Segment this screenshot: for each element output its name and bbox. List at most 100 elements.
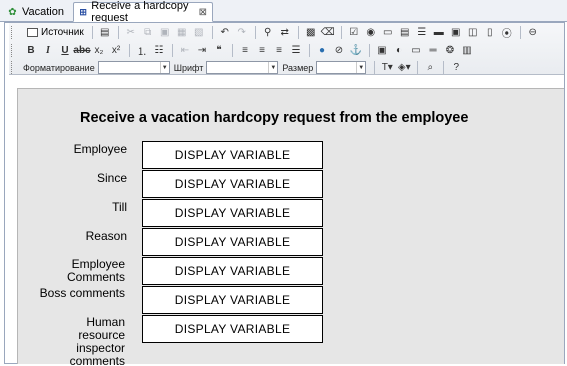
- separator: [374, 61, 376, 74]
- select-field-icon[interactable]: ☰: [414, 25, 430, 40]
- align-right-icon[interactable]: ≡: [271, 43, 287, 58]
- page-break-icon[interactable]: ▥: [459, 43, 475, 58]
- select-all-icon[interactable]: ▩: [303, 25, 319, 40]
- strikethrough-icon[interactable]: abc: [73, 43, 90, 58]
- separator: [172, 44, 173, 57]
- separator: [91, 26, 93, 39]
- remove-format-icon[interactable]: ⌫: [320, 25, 336, 40]
- label-field-icon[interactable]: ▯: [482, 25, 498, 40]
- hidden-field-icon[interactable]: ◫: [465, 25, 481, 40]
- field-label-employee: Employee: [73, 142, 127, 156]
- separator: [129, 44, 130, 57]
- flash-icon[interactable]: ◐: [391, 43, 407, 58]
- bold-icon[interactable]: B: [23, 43, 39, 58]
- align-left-icon[interactable]: ≡: [237, 43, 253, 58]
- find-icon[interactable]: ⚲: [260, 25, 276, 40]
- paste-word-icon[interactable]: ▧: [191, 25, 207, 40]
- link-icon[interactable]: ⊖: [525, 25, 541, 40]
- field-label-till: Till: [112, 200, 127, 214]
- separator: [443, 61, 445, 74]
- italic-icon[interactable]: I: [40, 43, 56, 58]
- textfield-icon[interactable]: ▭: [380, 25, 396, 40]
- outdent-icon[interactable]: ⇤: [177, 43, 193, 58]
- display-variable-reason[interactable]: DISPLAY VARIABLE: [142, 228, 323, 256]
- chevron-down-icon: ▼: [356, 62, 365, 73]
- undo-icon[interactable]: ↶: [217, 25, 233, 40]
- help-icon[interactable]: ?: [448, 60, 464, 75]
- display-variable-boss-comments[interactable]: DISPLAY VARIABLE: [142, 286, 323, 314]
- vacation-icon: ✿: [8, 6, 17, 18]
- table-icon[interactable]: ▭: [408, 43, 424, 58]
- display-variable-employee[interactable]: DISPLAY VARIABLE: [142, 141, 323, 169]
- image-button-icon[interactable]: ▣: [448, 25, 464, 40]
- html-editor: Источник ▤ ✂ ⧉ ▣ ▦ ▧ ↶ ↷ ⚲ ⇄ ▩ ⌫ ☑ ◉ ▭ ▤…: [4, 22, 565, 366]
- background-color-icon[interactable]: ◈▾: [396, 60, 412, 75]
- separator: [254, 26, 256, 39]
- font-label: Шрифт: [173, 62, 204, 73]
- preview-icon[interactable]: ⌕: [422, 60, 438, 75]
- bulleted-list-icon[interactable]: ☷: [151, 43, 167, 58]
- close-tab-icon[interactable]: ⊠: [199, 7, 207, 18]
- format-select[interactable]: ▼: [97, 61, 170, 74]
- display-variable-hr-inspector-comments[interactable]: DISPLAY VARIABLE: [142, 315, 323, 343]
- subscript-icon[interactable]: x₂: [91, 43, 107, 58]
- tab-vacation-label: Vacation: [22, 6, 64, 18]
- unlink-icon[interactable]: ⊘: [331, 43, 347, 58]
- source-icon: [27, 28, 38, 37]
- justify-icon[interactable]: ☰: [288, 43, 304, 58]
- tab-receive-hardcopy-request[interactable]: ⊞ Receive a hardcopy request ⊠: [73, 0, 213, 24]
- radio-icon[interactable]: ◉: [363, 25, 379, 40]
- document-icon[interactable]: ▤: [97, 25, 113, 40]
- anchor-icon[interactable]: ⚓: [348, 43, 364, 58]
- numbered-list-icon[interactable]: ⒈: [134, 43, 150, 58]
- separator: [309, 44, 310, 57]
- editor-toolbar: Источник ▤ ✂ ⧉ ▣ ▦ ▧ ↶ ↷ ⚲ ⇄ ▩ ⌫ ☑ ◉ ▭ ▤…: [9, 23, 564, 75]
- link-insert-icon[interactable]: ●: [314, 43, 330, 58]
- text-color-icon[interactable]: T▾: [379, 60, 395, 75]
- chevron-down-icon: ▼: [268, 62, 277, 73]
- display-variable-till[interactable]: DISPLAY VARIABLE: [142, 199, 323, 227]
- field-label-boss-comments: Boss comments: [39, 286, 125, 300]
- form-title: Receive a vacation hardcopy request from…: [80, 110, 469, 126]
- field-label-reason: Reason: [85, 229, 127, 243]
- variable-icon[interactable]: ⦿: [499, 25, 515, 40]
- toolbar-grip[interactable]: [11, 61, 14, 74]
- redo-icon[interactable]: ↷: [234, 25, 250, 40]
- paste-text-icon[interactable]: ▦: [174, 25, 190, 40]
- indent-icon[interactable]: ⇥: [194, 43, 210, 58]
- display-variable-since[interactable]: DISPLAY VARIABLE: [142, 170, 323, 198]
- tab-request-label: Receive a hardcopy request: [91, 0, 189, 24]
- blockquote-icon[interactable]: ❝: [211, 43, 227, 58]
- replace-icon[interactable]: ⇄: [277, 25, 293, 40]
- textarea-icon[interactable]: ▤: [397, 25, 413, 40]
- horizontal-rule-icon[interactable]: ═: [425, 43, 441, 58]
- align-center-icon[interactable]: ≡: [254, 43, 270, 58]
- underline-icon[interactable]: U: [57, 43, 73, 58]
- tab-bar: ✿ Vacation ⊞ Receive a hardcopy request …: [0, 0, 567, 24]
- separator: [232, 44, 233, 57]
- button-field-icon[interactable]: ▬: [431, 25, 447, 40]
- separator: [340, 26, 342, 39]
- image-icon[interactable]: ▣: [374, 43, 390, 58]
- separator: [297, 26, 299, 39]
- request-icon: ⊞: [79, 6, 87, 17]
- separator: [117, 26, 119, 39]
- field-label-employee-comments: Employee Comments: [66, 257, 125, 284]
- copy-icon[interactable]: ⧉: [140, 25, 156, 40]
- superscript-icon[interactable]: x²: [108, 43, 124, 58]
- paste-icon[interactable]: ▣: [157, 25, 173, 40]
- toolbar-grip[interactable]: [11, 44, 14, 57]
- cut-icon[interactable]: ✂: [123, 25, 139, 40]
- checkbox-icon[interactable]: ☑: [346, 25, 362, 40]
- field-label-since: Since: [96, 171, 127, 185]
- tab-vacation[interactable]: ✿ Vacation: [2, 2, 70, 22]
- source-button[interactable]: Источник: [23, 25, 88, 40]
- separator: [369, 44, 370, 57]
- smiley-icon[interactable]: ❂: [442, 43, 458, 58]
- toolbar-grip[interactable]: [11, 26, 14, 39]
- separator: [519, 26, 521, 39]
- editor-canvas[interactable]: Receive a vacation hardcopy request from…: [17, 88, 564, 366]
- size-select[interactable]: ▼: [316, 61, 367, 74]
- display-variable-employee-comments[interactable]: DISPLAY VARIABLE: [142, 257, 323, 285]
- font-select[interactable]: ▼: [206, 61, 279, 74]
